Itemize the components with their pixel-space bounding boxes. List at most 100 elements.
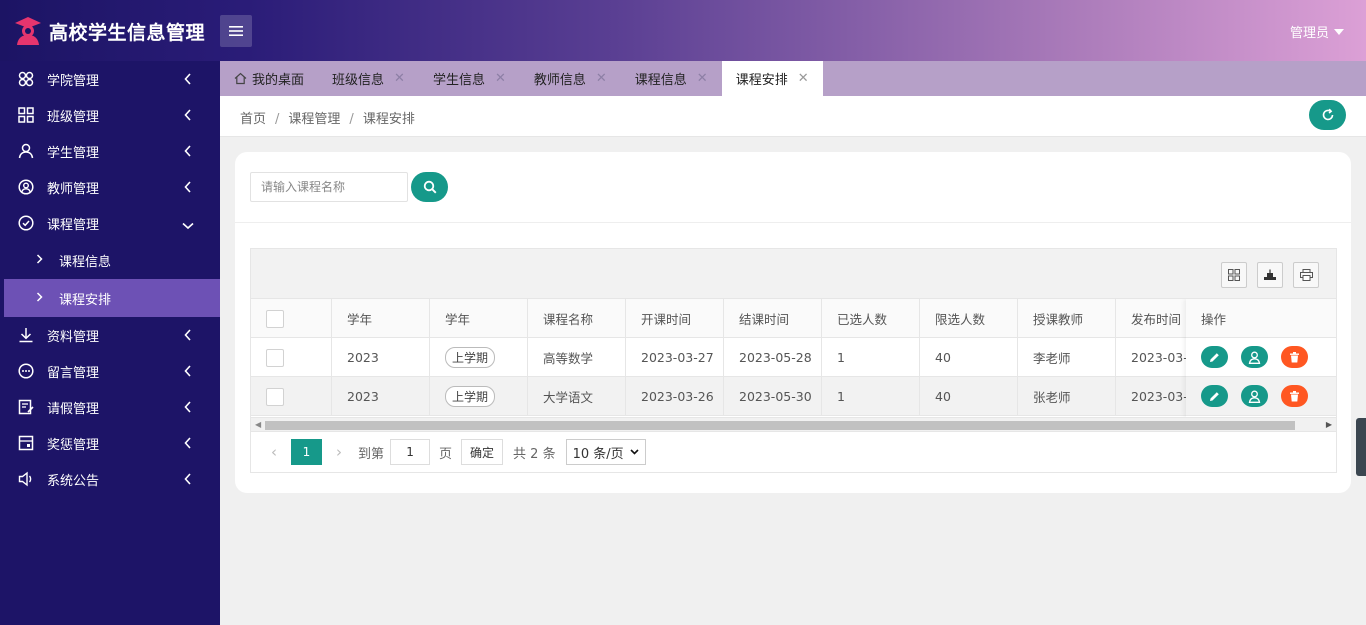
page-size-value: 10 条/页 <box>572 446 624 462</box>
goto-confirm-button[interactable]: 确定 <box>461 439 504 465</box>
table-row[interactable]: 2023 上学期 大学语文 2023-03-26 2023-05-30 1 40… <box>251 377 1336 416</box>
column-header[interactable]: 开课时间 <box>626 299 724 338</box>
cell-start: 2023-03-26 <box>626 377 724 416</box>
column-header[interactable]: 限选人数 <box>920 299 1018 338</box>
export-button[interactable] <box>1257 262 1283 288</box>
sidebar-item-course[interactable]: 课程管理 <box>0 205 220 241</box>
side-floating-widget[interactable] <box>1356 418 1366 476</box>
check-circle-icon <box>18 215 34 231</box>
sidebar-item-teacher[interactable]: 教师管理 <box>0 169 220 205</box>
scroll-left-icon[interactable]: ◀ <box>255 420 261 429</box>
cell-teacher: 李老师 <box>1018 338 1116 377</box>
menu-toggle-button[interactable] <box>220 15 252 47</box>
cell-published: 2023-03-2 <box>1116 377 1196 416</box>
scroll-right-icon[interactable]: ▶ <box>1326 420 1332 429</box>
select-all-checkbox[interactable] <box>266 309 284 328</box>
cell-term: 上学期 <box>430 338 528 377</box>
view-students-button[interactable] <box>1241 385 1268 407</box>
sidebar-item-materials[interactable]: 资料管理 <box>0 317 220 353</box>
row-actions <box>1186 377 1336 416</box>
chevron-left-icon <box>184 145 192 161</box>
refresh-button[interactable] <box>1309 100 1346 130</box>
view-students-button[interactable] <box>1241 346 1268 368</box>
total-count: 共 2 条 <box>513 446 556 462</box>
chevron-left-icon <box>184 473 192 489</box>
prev-page-icon[interactable]: ‹ <box>261 443 287 461</box>
column-header[interactable]: 课程名称 <box>528 299 626 338</box>
breadcrumb-separator: / <box>275 112 280 127</box>
hamburger-icon <box>229 26 243 36</box>
horizontal-scrollbar[interactable]: ◀ ▶ <box>251 417 1336 432</box>
sidebar-item-label: 系统公告 <box>47 473 100 489</box>
close-icon[interactable]: ✕ <box>394 71 405 86</box>
table-toolbar <box>251 249 1336 299</box>
page-size-select[interactable]: 10 条/页 <box>565 439 646 465</box>
sidebar-item-label: 资料管理 <box>47 329 100 345</box>
current-page-button[interactable]: 1 <box>291 439 322 465</box>
tab-desktop[interactable]: 我的桌面 <box>220 61 318 96</box>
breadcrumb-section[interactable]: 课程管理 <box>288 112 340 127</box>
sidebar-subitem-course-info[interactable]: 课程信息 <box>0 241 220 279</box>
sidebar: 学院管理 班级管理 学生管理 教师管理 课程管理 课程信息 课程安排 资料管理 … <box>0 61 220 625</box>
course-name-search-input[interactable] <box>250 172 408 202</box>
pencil-icon <box>1210 391 1219 401</box>
refresh-icon <box>1322 108 1333 121</box>
speaker-icon <box>18 471 34 487</box>
tab-label: 我的桌面 <box>252 73 305 88</box>
page-number-input[interactable]: 1 <box>390 439 431 465</box>
admin-user-menu[interactable]: 管理员 <box>1290 22 1344 41</box>
app-title: 高校学生信息管理 <box>49 22 206 44</box>
edit-button[interactable] <box>1201 346 1228 368</box>
operations-fixed-column: 操作 <box>1186 299 1336 417</box>
tab-class-info[interactable]: 班级信息 ✕ <box>318 61 419 96</box>
table-row[interactable]: 2023 上学期 高等数学 2023-03-27 2023-05-28 1 40… <box>251 338 1336 377</box>
tab-teacher-info[interactable]: 教师信息 ✕ <box>520 61 621 96</box>
column-header[interactable]: 已选人数 <box>822 299 920 338</box>
cell-published: 2023-03-2 <box>1116 338 1196 377</box>
form-icon <box>18 399 34 415</box>
breadcrumb-bar: 首页 / 课程管理 / 课程安排 <box>220 96 1366 137</box>
scrollbar-thumb[interactable] <box>265 421 1295 430</box>
close-icon[interactable]: ✕ <box>697 71 708 86</box>
column-header[interactable]: 结课时间 <box>724 299 822 338</box>
sidebar-item-messages[interactable]: 留言管理 <box>0 353 220 389</box>
tab-course-schedule[interactable]: 课程安排 ✕ <box>721 61 823 96</box>
tab-label: 课程安排 <box>735 73 788 88</box>
close-icon[interactable]: ✕ <box>798 71 809 86</box>
column-header[interactable]: 学年 <box>332 299 430 338</box>
sidebar-subitem-label: 课程安排 <box>59 292 112 308</box>
sidebar-item-student[interactable]: 学生管理 <box>0 133 220 169</box>
print-button[interactable] <box>1293 262 1319 288</box>
sidebar-subitem-course-schedule[interactable]: 课程安排 <box>4 279 220 317</box>
row-checkbox[interactable] <box>266 348 284 367</box>
sidebar-item-class[interactable]: 班级管理 <box>0 97 220 133</box>
top-header: 高校学生信息管理 管理员 <box>0 0 1366 61</box>
column-header[interactable]: 授课教师 <box>1018 299 1116 338</box>
column-header[interactable]: 发布时间 <box>1116 299 1196 338</box>
cell-limit: 40 <box>920 338 1018 377</box>
message-icon <box>18 363 34 379</box>
breadcrumb-home[interactable]: 首页 <box>240 112 266 127</box>
graduation-logo-icon <box>14 16 42 46</box>
sidebar-item-announcements[interactable]: 系统公告 <box>0 461 220 497</box>
next-page-icon[interactable]: › <box>326 443 352 461</box>
columns-filter-button[interactable] <box>1221 262 1247 288</box>
sidebar-item-college[interactable]: 学院管理 <box>0 61 220 97</box>
column-header[interactable]: 学年 <box>430 299 528 338</box>
close-icon[interactable]: ✕ <box>596 71 607 86</box>
sidebar-item-rewards[interactable]: 奖惩管理 <box>0 425 220 461</box>
close-icon[interactable]: ✕ <box>495 71 506 86</box>
tab-student-info[interactable]: 学生信息 ✕ <box>419 61 520 96</box>
row-checkbox[interactable] <box>266 387 284 406</box>
sidebar-item-label: 请假管理 <box>47 401 100 417</box>
edit-button[interactable] <box>1201 385 1228 407</box>
tab-course-info[interactable]: 课程信息 ✕ <box>621 61 722 96</box>
sidebar-item-leave[interactable]: 请假管理 <box>0 389 220 425</box>
search-button[interactable] <box>411 172 448 202</box>
pencil-icon <box>1210 352 1219 362</box>
delete-button[interactable] <box>1281 385 1308 407</box>
breadcrumb: 首页 / 课程管理 / 课程安排 <box>240 108 415 127</box>
delete-button[interactable] <box>1281 346 1308 368</box>
caret-down-icon <box>1334 28 1344 35</box>
page-tabs: 我的桌面 班级信息 ✕ 学生信息 ✕ 教师信息 ✕ 课程信息 ✕ 课程安排 ✕ <box>220 61 1366 96</box>
